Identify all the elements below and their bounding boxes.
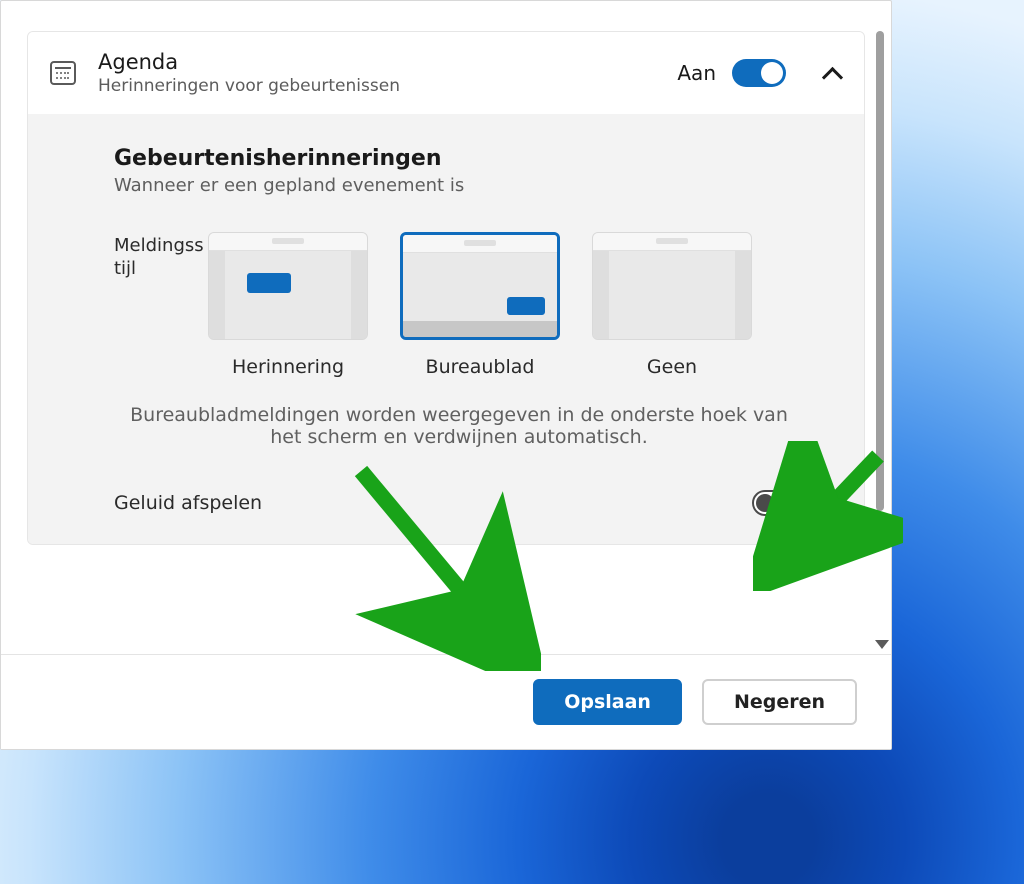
- agenda-status-label: Aan: [677, 61, 716, 85]
- agenda-section: Agenda Herinneringen voor gebeurtenissen…: [27, 31, 865, 545]
- vertical-scrollbar[interactable]: [876, 31, 884, 511]
- save-button[interactable]: Opslaan: [533, 679, 682, 725]
- option-none-preview: [592, 232, 752, 340]
- play-sound-toggle[interactable]: [752, 490, 804, 516]
- agenda-subtitle: Herinneringen voor gebeurtenissen: [98, 76, 677, 96]
- option-reminder-preview: [208, 232, 368, 340]
- option-none-label: Geen: [592, 356, 752, 378]
- chevron-up-icon[interactable]: [822, 63, 842, 83]
- option-reminder-label: Herinnering: [208, 356, 368, 378]
- scroll-down-icon[interactable]: [875, 640, 889, 649]
- agenda-header-text: Agenda Herinneringen voor gebeurtenissen: [98, 50, 677, 96]
- option-desktop-preview: [400, 232, 560, 340]
- play-sound-label: Geluid afspelen: [114, 492, 262, 514]
- agenda-section-header[interactable]: Agenda Herinneringen voor gebeurtenissen…: [28, 32, 864, 114]
- agenda-section-body: Gebeurtenisherinneringen Wanneer er een …: [28, 114, 864, 544]
- agenda-title: Agenda: [98, 50, 677, 74]
- notification-style-options: Herinnering Bureaublad: [208, 232, 752, 378]
- event-reminders-title: Gebeurtenisherinneringen: [114, 146, 804, 171]
- calendar-icon: [50, 61, 76, 85]
- option-desktop-label: Bureaublad: [400, 356, 560, 378]
- option-desktop[interactable]: Bureaublad: [400, 232, 560, 378]
- settings-modal: Agenda Herinneringen voor gebeurtenissen…: [0, 0, 892, 750]
- event-reminders-subtitle: Wanneer er een gepland evenement is: [114, 175, 804, 196]
- notification-style-row: Meldingsstijl Herinnering: [114, 232, 804, 378]
- modal-footer: Opslaan Negeren: [1, 654, 891, 749]
- option-reminder[interactable]: Herinnering: [208, 232, 368, 378]
- notification-style-label: Meldingsstijl: [114, 232, 208, 378]
- ignore-button[interactable]: Negeren: [702, 679, 857, 725]
- modal-content: Agenda Herinneringen voor gebeurtenissen…: [1, 1, 891, 654]
- play-sound-row: Geluid afspelen: [114, 490, 804, 516]
- notification-style-helper: Bureaubladmeldingen worden weergegeven i…: [114, 404, 804, 448]
- agenda-toggle[interactable]: [732, 59, 786, 87]
- option-none[interactable]: Geen: [592, 232, 752, 378]
